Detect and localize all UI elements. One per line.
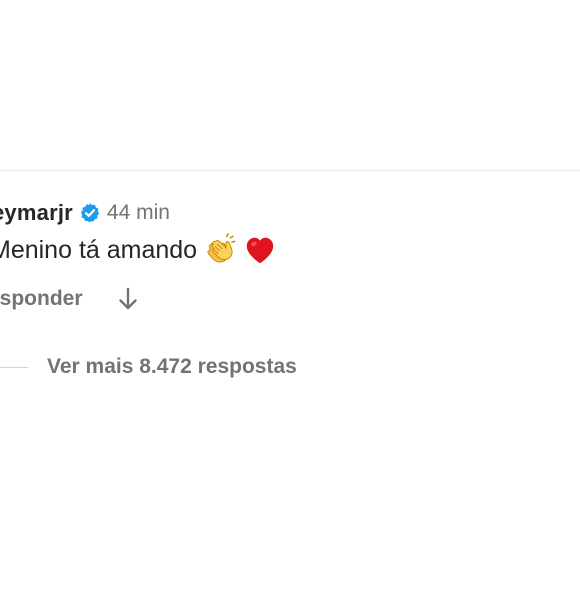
comment-timestamp: 44 min <box>106 201 170 224</box>
clapping-hands-icon <box>207 233 236 263</box>
view-replies-row: Ver mais 8.472 respostas <box>0 355 297 379</box>
reply-button[interactable]: esponder <box>0 287 83 311</box>
arrow-down-icon[interactable] <box>117 285 139 313</box>
verified-badge-icon <box>80 203 100 223</box>
comment-username[interactable]: eymarjr <box>0 200 73 226</box>
comment-text: Menino tá amando <box>0 235 198 264</box>
comment-header: eymarjr 44 min <box>0 195 170 231</box>
top-divider <box>0 170 580 171</box>
view-more-replies-button[interactable]: Ver mais 8.472 respostas <box>47 355 297 379</box>
comment-item: eymarjr 44 min Menino tá amando esponder <box>0 195 580 595</box>
replies-line-divider <box>0 366 28 368</box>
red-heart-icon <box>246 237 274 264</box>
comment-actions: esponder <box>0 285 139 313</box>
comment-body: Menino tá amando <box>0 233 277 267</box>
